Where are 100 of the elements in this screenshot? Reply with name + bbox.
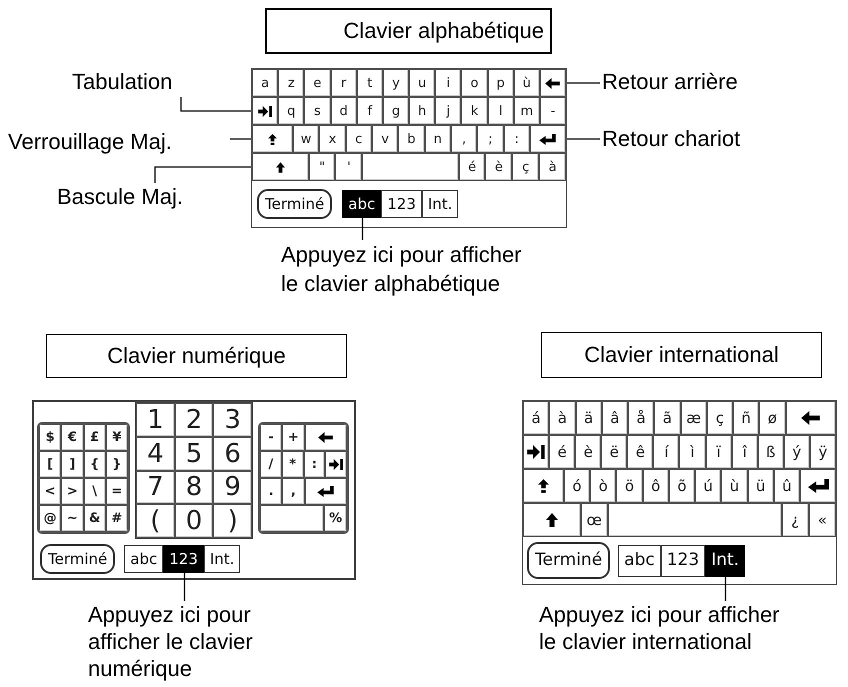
- tab-key[interactable]: [523, 435, 550, 469]
- keyboard-key[interactable]: ": [308, 153, 336, 181]
- keyboard-key[interactable]: k: [461, 97, 488, 125]
- keyboard-key[interactable]: â: [602, 401, 628, 435]
- space-bar[interactable]: [362, 153, 459, 181]
- keyboard-key[interactable]: û: [774, 469, 800, 503]
- keyboard-key[interactable]: î: [732, 435, 758, 469]
- keyboard-key[interactable]: u: [409, 69, 436, 97]
- backspace-key[interactable]: [786, 401, 836, 435]
- keyboard-key[interactable]: ~: [61, 505, 84, 532]
- shift-key[interactable]: [252, 153, 309, 181]
- mode-tab[interactable]: 123: [381, 190, 422, 218]
- mode-tab[interactable]: abc: [618, 544, 661, 576]
- caps-lock-key[interactable]: [523, 469, 564, 503]
- keyboard-key[interactable]: é: [549, 435, 576, 469]
- keyboard-key[interactable]: c: [346, 125, 372, 153]
- return-key[interactable]: [800, 469, 836, 503]
- backspace-key[interactable]: [304, 424, 347, 451]
- keyboard-key[interactable]: è: [485, 153, 512, 181]
- keyboard-key[interactable]: €: [61, 424, 84, 451]
- keyboard-key[interactable]: ã: [654, 401, 680, 435]
- keyboard-key[interactable]: 7: [136, 470, 175, 504]
- keyboard-key[interactable]: x: [319, 125, 346, 153]
- keyboard-key[interactable]: .: [260, 478, 282, 505]
- keyboard-key[interactable]: +: [282, 424, 304, 451]
- mode-tab[interactable]: Int.: [204, 545, 240, 573]
- keyboard-key[interactable]: ý: [784, 435, 810, 469]
- keyboard-key[interactable]: g: [382, 97, 410, 125]
- keyboard-key[interactable]: \: [84, 478, 106, 505]
- keyboard-key[interactable]: =: [106, 478, 128, 505]
- done-button[interactable]: Terminé: [40, 544, 116, 574]
- keyboard-key[interactable]: œ: [580, 503, 608, 537]
- keyboard-key[interactable]: b: [398, 125, 425, 153]
- keyboard-key[interactable]: 0: [174, 504, 214, 538]
- keyboard-key[interactable]: à: [549, 401, 576, 435]
- keyboard-key[interactable]: 8: [174, 470, 214, 504]
- tab-key[interactable]: [252, 97, 278, 125]
- keyboard-key[interactable]: æ: [680, 401, 707, 435]
- shift-key[interactable]: [523, 503, 581, 537]
- keyboard-key[interactable]: í: [653, 435, 680, 469]
- keyboard-key[interactable]: y: [382, 69, 410, 97]
- keyboard-key[interactable]: 4: [136, 436, 175, 470]
- keyboard-key[interactable]: :: [304, 451, 326, 478]
- caps-lock-key[interactable]: [252, 125, 293, 153]
- keyboard-key[interactable]: £: [84, 424, 106, 451]
- keyboard-key[interactable]: ¥: [106, 424, 128, 451]
- keyboard-key[interactable]: à: [539, 153, 566, 181]
- keyboard-key[interactable]: v: [372, 125, 398, 153]
- keyboard-key[interactable]: ,: [282, 478, 304, 505]
- keyboard-key[interactable]: å: [628, 401, 654, 435]
- keyboard-key[interactable]: ú: [695, 469, 722, 503]
- keyboard-key[interactable]: e: [304, 69, 331, 97]
- keyboard-key[interactable]: ê: [627, 435, 654, 469]
- keyboard-key[interactable]: ö: [616, 469, 643, 503]
- keyboard-key[interactable]: 5: [174, 436, 214, 470]
- keyboard-key[interactable]: ): [213, 504, 252, 538]
- keyboard-key[interactable]: ¿: [782, 503, 809, 537]
- keyboard-key[interactable]: ÿ: [810, 435, 836, 469]
- keyboard-key[interactable]: (: [136, 504, 175, 538]
- keyboard-key[interactable]: a: [252, 69, 278, 97]
- keyboard-key[interactable]: 1: [136, 403, 175, 437]
- keyboard-key[interactable]: «: [808, 503, 836, 537]
- keyboard-key[interactable]: f: [356, 97, 383, 125]
- keyboard-key[interactable]: é: [458, 153, 486, 181]
- keyboard-key[interactable]: ï: [706, 435, 732, 469]
- keyboard-key[interactable]: ;: [477, 125, 504, 153]
- done-button[interactable]: Terminé: [257, 189, 332, 219]
- keyboard-key[interactable]: /: [260, 451, 282, 478]
- keyboard-key[interactable]: ç: [512, 153, 540, 181]
- keyboard-key[interactable]: ì: [679, 435, 706, 469]
- mode-tab[interactable]: abc: [342, 190, 382, 218]
- keyboard-key[interactable]: d: [330, 97, 357, 125]
- keyboard-key[interactable]: 6: [213, 436, 252, 470]
- done-button[interactable]: Terminé: [527, 542, 610, 579]
- keyboard-key[interactable]: ß: [758, 435, 784, 469]
- keyboard-key[interactable]: :: [504, 125, 530, 153]
- keyboard-key[interactable]: è: [575, 435, 602, 469]
- space-bar[interactable]: [260, 505, 324, 532]
- keyboard-key[interactable]: ü: [748, 469, 774, 503]
- keyboard-key[interactable]: ë: [601, 435, 628, 469]
- keyboard-key[interactable]: }: [106, 451, 128, 478]
- keyboard-key[interactable]: @: [39, 505, 62, 532]
- mode-tab[interactable]: 123: [163, 545, 204, 573]
- keyboard-key[interactable]: #: [106, 505, 128, 532]
- keyboard-key[interactable]: ': [335, 153, 362, 181]
- keyboard-key[interactable]: h: [409, 97, 436, 125]
- keyboard-key[interactable]: <: [39, 478, 62, 505]
- keyboard-key[interactable]: õ: [668, 469, 696, 503]
- space-bar[interactable]: [608, 503, 782, 537]
- backspace-key[interactable]: [540, 69, 566, 97]
- keyboard-key[interactable]: z: [278, 69, 304, 97]
- mode-tab[interactable]: abc: [124, 545, 164, 573]
- keyboard-key[interactable]: w: [292, 125, 320, 153]
- keyboard-key[interactable]: ç: [706, 401, 733, 435]
- keyboard-key[interactable]: i: [435, 69, 462, 97]
- keyboard-key[interactable]: 3: [213, 403, 252, 437]
- keyboard-key[interactable]: l: [488, 97, 514, 125]
- keyboard-key[interactable]: m: [514, 97, 540, 125]
- keyboard-key[interactable]: ù: [721, 469, 748, 503]
- keyboard-key[interactable]: *: [282, 451, 304, 478]
